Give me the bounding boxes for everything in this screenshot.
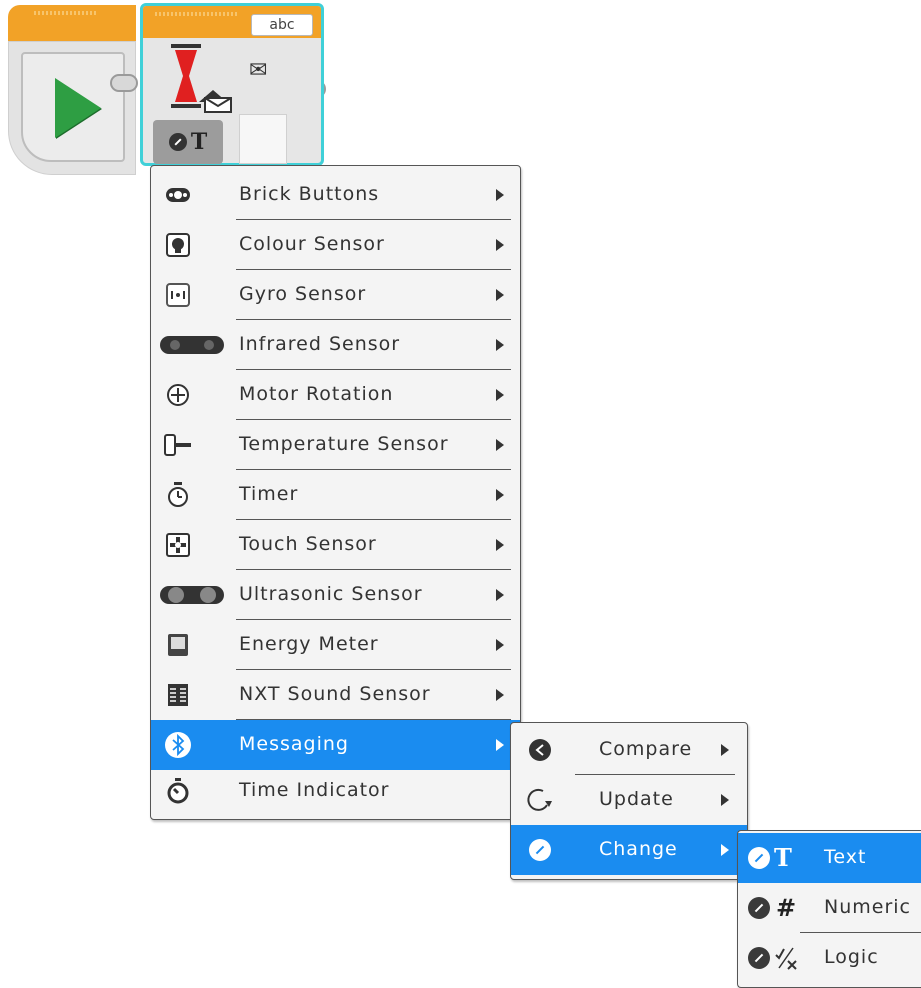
- nxt-sound-sensor-icon: [163, 680, 193, 710]
- menu-item-label: Messaging: [239, 733, 349, 755]
- menu-item-gyro-sensor[interactable]: Gyro Sensor: [151, 270, 520, 320]
- start-block-face: [21, 52, 125, 162]
- menu-item-energy-meter[interactable]: Energy Meter: [151, 620, 520, 670]
- bluetooth-icon: [163, 730, 193, 760]
- timer-icon: [163, 480, 193, 510]
- menu-item-nxt-sound-sensor[interactable]: NXT Sound Sensor: [151, 670, 520, 720]
- menu-item-label: Text: [824, 846, 867, 868]
- menu-item-change[interactable]: Change: [511, 825, 747, 875]
- mode-selector-button[interactable]: T: [153, 120, 223, 164]
- submenu-arrow-icon: [496, 489, 504, 501]
- temperature-sensor-icon: [163, 430, 193, 460]
- menu-item-numeric[interactable]: # Numeric: [738, 883, 921, 933]
- menu-item-label: Compare: [599, 738, 693, 760]
- menu-item-motor-rotation[interactable]: Motor Rotation: [151, 370, 520, 420]
- menu-item-label: Time Indicator: [239, 779, 390, 801]
- submenu-arrow-icon: [496, 289, 504, 301]
- change-icon: [525, 835, 555, 865]
- submenu-arrow-icon: [721, 744, 729, 756]
- menu-item-timer[interactable]: Timer: [151, 470, 520, 520]
- compare-icon: [525, 735, 555, 765]
- ultrasonic-sensor-icon: [159, 580, 225, 610]
- menu-item-label: Motor Rotation: [239, 383, 394, 405]
- submenu-arrow-icon: [496, 589, 504, 601]
- submenu-arrow-icon: [496, 539, 504, 551]
- change-mode-icon: [168, 133, 187, 151]
- menu-item-messaging[interactable]: Messaging: [151, 720, 520, 770]
- menu-item-label: Infrared Sensor: [239, 333, 401, 355]
- energy-meter-icon: [163, 630, 193, 660]
- menu-item-label: Ultrasonic Sensor: [239, 583, 423, 605]
- menu-item-label: Logic: [824, 946, 879, 968]
- gyro-sensor-icon: [163, 280, 193, 310]
- menu-item-infrared-sensor[interactable]: Infrared Sensor: [151, 320, 520, 370]
- envelope-icon: ✉: [249, 58, 268, 83]
- menu-item-label: Colour Sensor: [239, 233, 385, 255]
- menu-item-label: Brick Buttons: [239, 183, 380, 205]
- menu-item-ultrasonic-sensor[interactable]: Ultrasonic Sensor: [151, 570, 520, 620]
- numeric-icon: #: [748, 893, 802, 923]
- sequence-connector[interactable]: [110, 74, 138, 92]
- change-submenu: T Text # Numeric Logic: [737, 830, 921, 988]
- logic-icon: [748, 943, 802, 973]
- menu-item-colour-sensor[interactable]: Colour Sensor: [151, 220, 520, 270]
- menu-item-text[interactable]: T Text: [738, 833, 921, 883]
- submenu-arrow-icon: [496, 339, 504, 351]
- menu-item-compare[interactable]: Compare: [511, 725, 747, 775]
- update-icon: [525, 785, 555, 815]
- submenu-arrow-icon: [496, 389, 504, 401]
- menu-item-time-indicator[interactable]: Time Indicator: [151, 766, 520, 816]
- submenu-arrow-icon: [721, 844, 729, 856]
- submenu-arrow-icon: [721, 794, 729, 806]
- menu-item-brick-buttons[interactable]: Brick Buttons: [151, 170, 520, 220]
- menu-item-label: NXT Sound Sensor: [239, 683, 431, 705]
- start-block-header: [8, 5, 136, 43]
- submenu-arrow-icon: [496, 689, 504, 701]
- menu-item-touch-sensor[interactable]: Touch Sensor: [151, 520, 520, 570]
- start-block-body: [8, 41, 136, 175]
- menu-item-label: Change: [599, 838, 678, 860]
- submenu-arrow-icon: [496, 739, 504, 751]
- messaging-block[interactable]: abc ✉ T: [140, 3, 324, 166]
- messaging-submenu: Compare Update Change: [510, 722, 748, 880]
- time-indicator-icon: [163, 776, 193, 806]
- menu-item-label: Energy Meter: [239, 633, 379, 655]
- wait-hourglass-icon: [171, 44, 232, 113]
- menu-item-label: Touch Sensor: [239, 533, 377, 555]
- submenu-arrow-icon: [496, 639, 504, 651]
- menu-item-temperature-sensor[interactable]: Temperature Sensor: [151, 420, 520, 470]
- message-title-field[interactable]: abc: [251, 14, 313, 36]
- mode-menu: Brick Buttons Colour Sensor Gyro Sensor …: [150, 165, 521, 820]
- menu-item-logic[interactable]: Logic: [738, 933, 921, 983]
- infrared-sensor-icon: [159, 330, 225, 360]
- menu-item-label: Numeric: [824, 896, 911, 918]
- menu-item-update[interactable]: Update: [511, 775, 747, 825]
- menu-item-label: Temperature Sensor: [239, 433, 449, 455]
- submenu-arrow-icon: [496, 189, 504, 201]
- text-icon: T: [748, 843, 802, 873]
- touch-sensor-icon: [163, 530, 193, 560]
- submenu-arrow-icon: [496, 239, 504, 251]
- brick-buttons-icon: [163, 180, 193, 210]
- menu-item-label: Gyro Sensor: [239, 283, 367, 305]
- menu-item-label: Timer: [239, 483, 299, 505]
- submenu-arrow-icon: [496, 439, 504, 451]
- message-output-plug[interactable]: [239, 114, 287, 164]
- colour-sensor-icon: [163, 230, 193, 260]
- menu-item-label: Update: [599, 788, 674, 810]
- motor-rotation-icon: [163, 380, 193, 410]
- play-icon: [55, 78, 101, 138]
